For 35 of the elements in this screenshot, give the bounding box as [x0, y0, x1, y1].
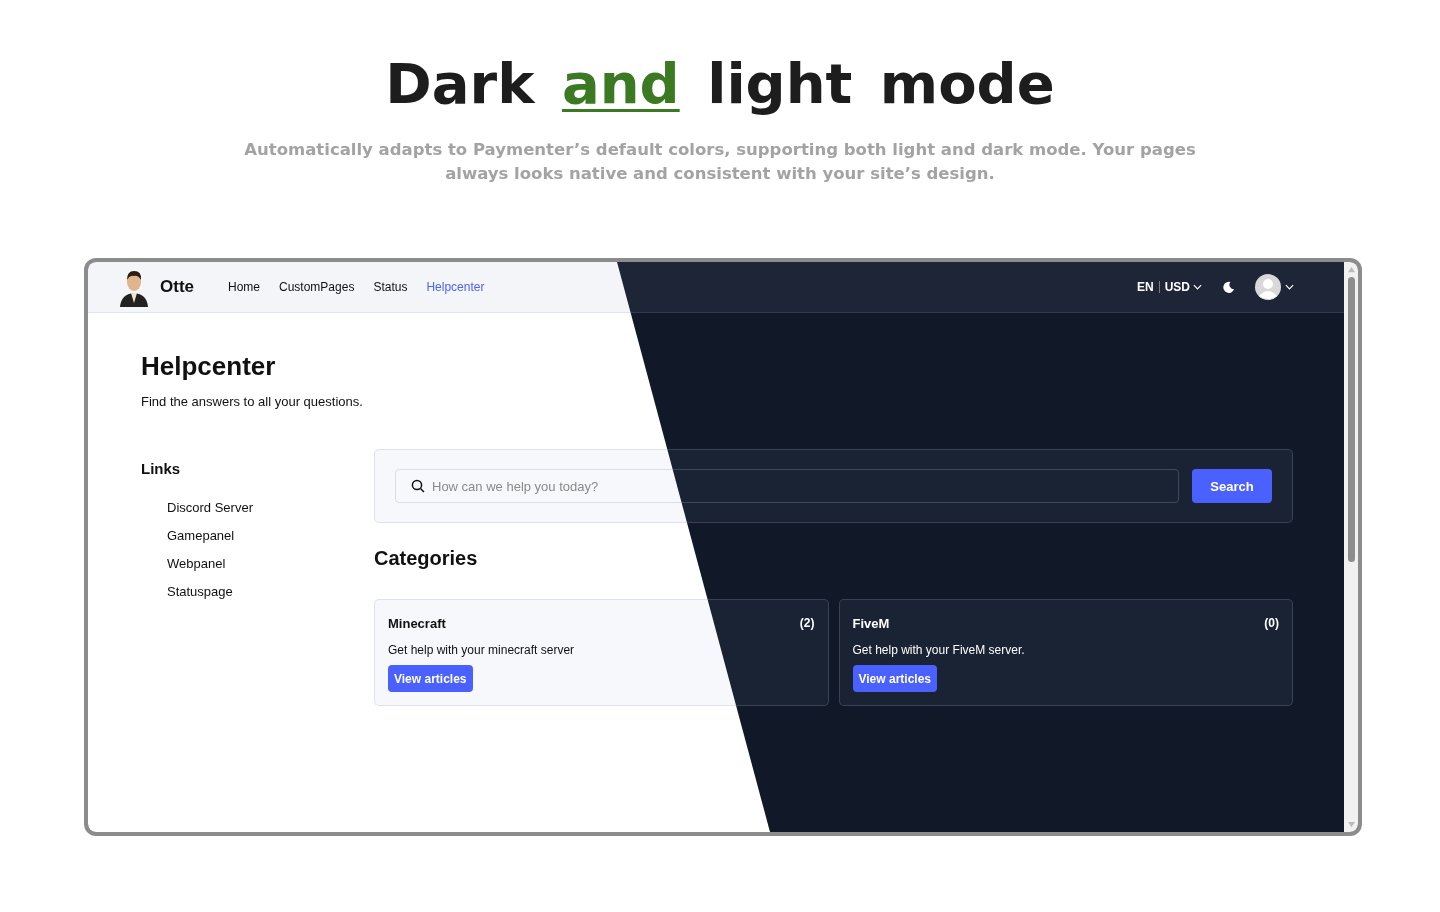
search-button[interactable]: Search — [1192, 469, 1272, 504]
user-menu[interactable] — [1255, 274, 1294, 301]
scroll-down-icon[interactable] — [1346, 821, 1356, 829]
view-articles-button[interactable]: View articles — [388, 665, 473, 693]
sidebar-link[interactable]: Webpanel — [167, 555, 374, 574]
article-count: (0) — [1264, 616, 1279, 632]
nav-link[interactable]: Home — [228, 280, 260, 295]
category-description: Get help with your minecraft server — [388, 643, 576, 658]
category-name: Minecraft — [388, 616, 446, 632]
hero-title: Dark and light mode — [384, 52, 1056, 117]
brand-name[interactable]: Otte — [160, 277, 194, 298]
view-articles-button[interactable]: View articles — [852, 665, 937, 693]
category-name: FiveM — [852, 616, 890, 632]
scrollbar-thumb[interactable] — [1347, 277, 1355, 563]
article-count: (2) — [799, 616, 815, 632]
search-icon — [411, 479, 425, 494]
chevron-down-icon — [1285, 284, 1294, 291]
category-description: Get help with your FiveM server. — [852, 643, 1026, 658]
links-heading: Links — [141, 460, 181, 478]
scroll-up-icon[interactable] — [1346, 266, 1356, 274]
avatar-icon — [1255, 274, 1281, 301]
page-subtitle: Find the answers to all your questions. — [141, 394, 363, 410]
moon-icon[interactable] — [1222, 280, 1235, 294]
categories-heading: Categories — [374, 547, 478, 571]
scrollbar[interactable] — [1344, 262, 1358, 833]
sidebar-link[interactable]: Statuspage — [167, 583, 374, 602]
sidebar-link[interactable]: Discord Server — [167, 499, 374, 518]
chevron-down-icon — [1193, 284, 1202, 291]
sidebar-link[interactable]: Gamepanel — [167, 527, 374, 546]
nav-link[interactable]: CustomPages — [279, 280, 355, 295]
hero-subtitle: Automatically adapts to Paymenter’s default colors, supporting both light and dark mode. Your pages always looks native and consistent with your site’s design. — [243, 139, 1197, 186]
page-title: Helpcenter — [141, 351, 276, 383]
nav-link[interactable]: Status — [373, 280, 408, 295]
nav-link[interactable]: Helpcenter — [426, 280, 485, 295]
language-currency-selector[interactable]: EN USD — [1137, 280, 1202, 295]
